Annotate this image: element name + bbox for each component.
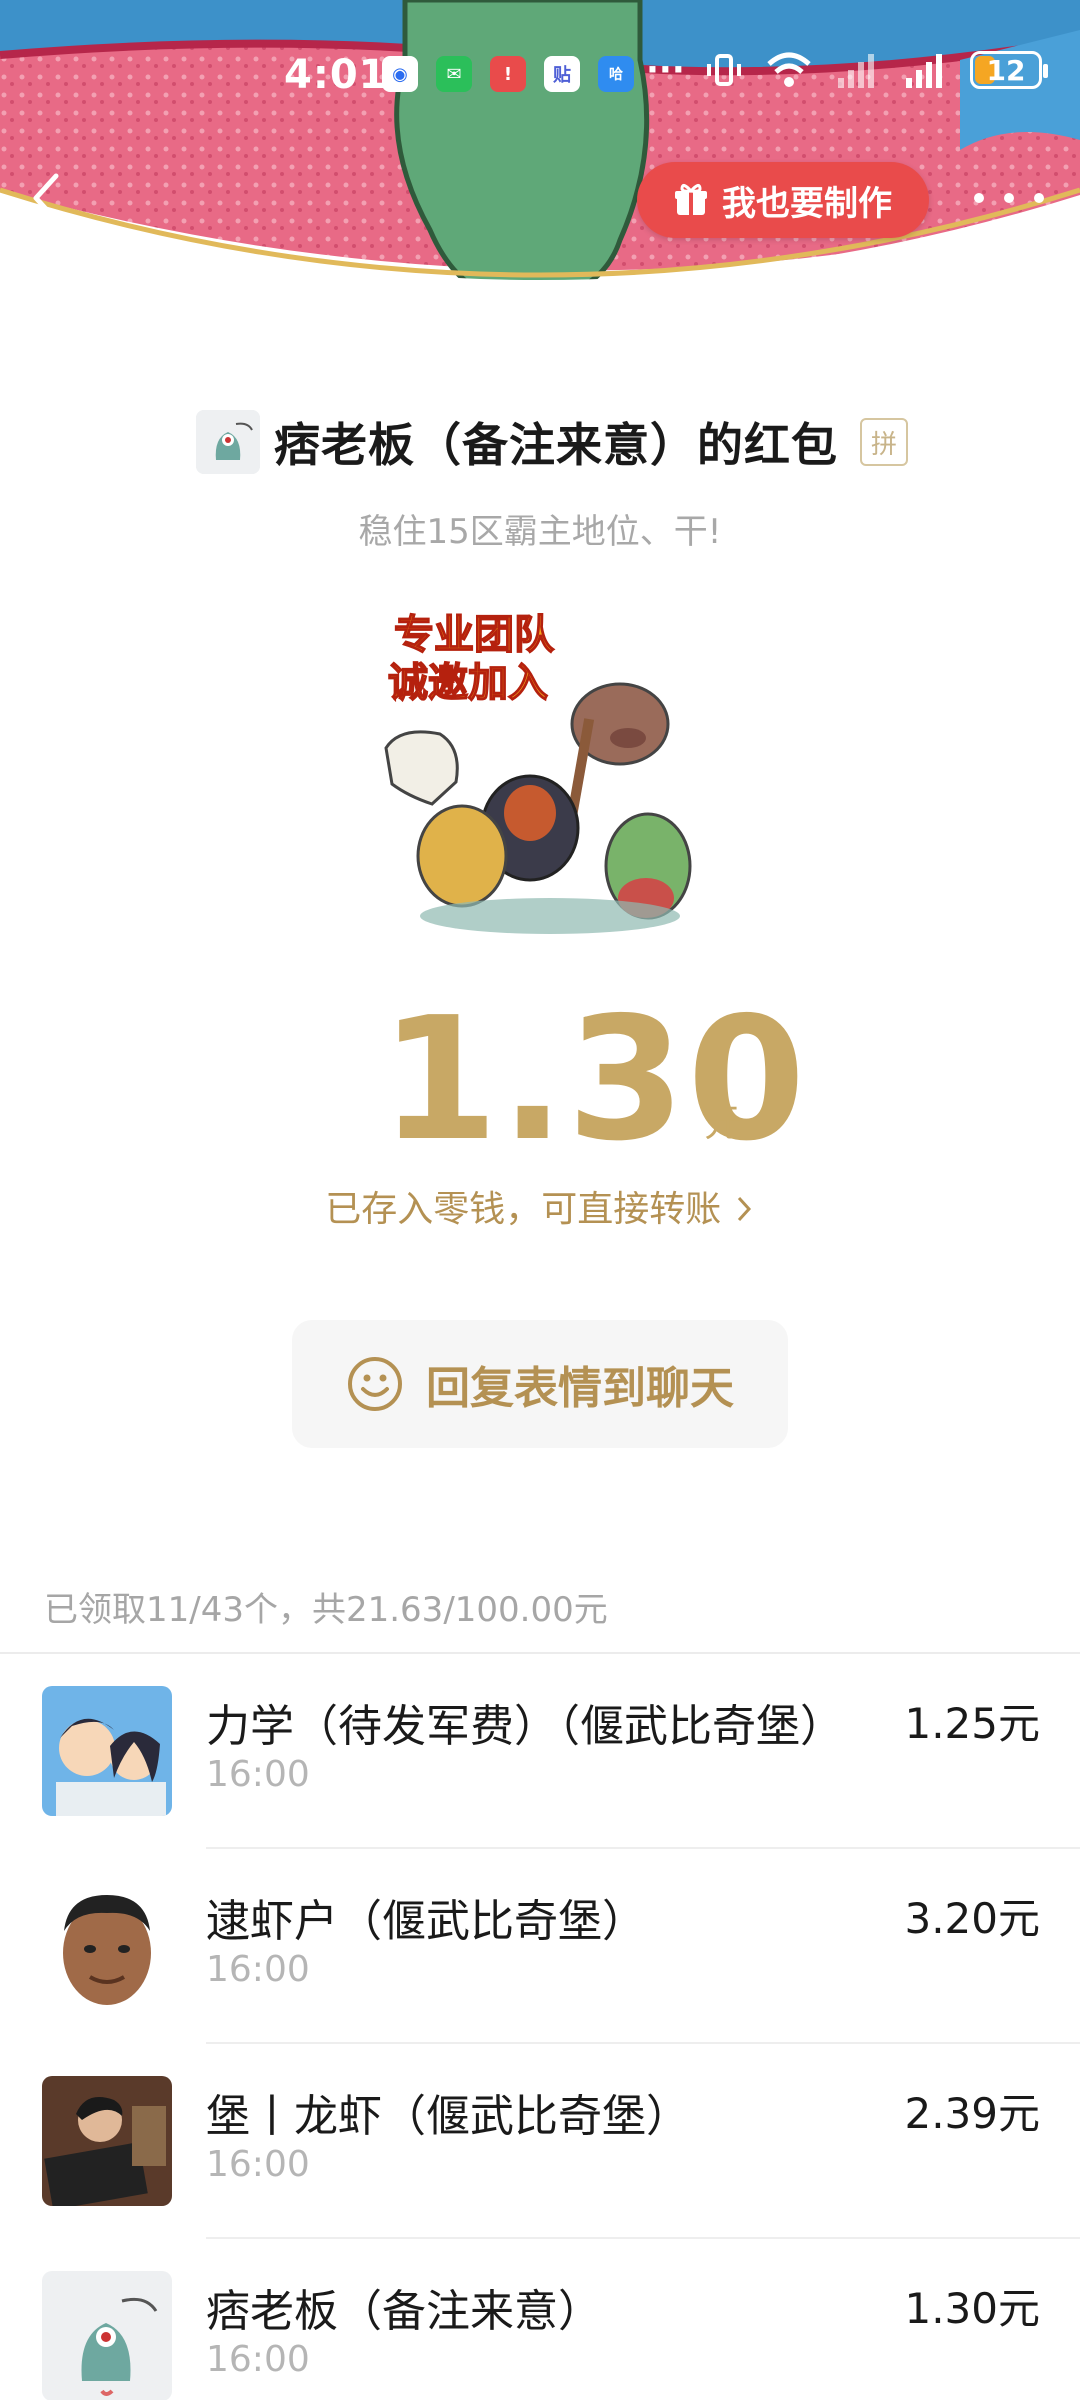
avatar-image bbox=[42, 1686, 172, 1816]
received-amount: 1.30 bbox=[380, 981, 808, 1179]
chevron-left-icon bbox=[33, 173, 59, 223]
claim-record-list: 力学（待发军费）（偃武比奇堡） 16:00 1.25元 逮虾户（偃武比奇堡） 1… bbox=[0, 1654, 1080, 2400]
claim-summary: 已领取11/43个，共21.63/100.00元 bbox=[44, 1590, 608, 1630]
chevron-right-icon bbox=[737, 1196, 751, 1222]
claim-time: 16:00 bbox=[206, 1754, 310, 1795]
gift-icon bbox=[675, 184, 707, 215]
notification-icons: ◉ ✉ ! 贴 哈 bbox=[382, 56, 634, 92]
sticker-caption-1: 专业团队 bbox=[394, 612, 555, 658]
avatar[interactable] bbox=[42, 2076, 172, 2206]
wechat-icon: ✉ bbox=[436, 56, 472, 92]
status-bar: 4:01 ◉ ✉ ! 贴 哈 ··· 12 bbox=[0, 42, 1080, 112]
plankton-avatar-image bbox=[196, 410, 260, 474]
list-item[interactable]: 堡丨龙虾（偃武比奇堡） 16:00 2.39元 bbox=[0, 2044, 1080, 2239]
back-button[interactable] bbox=[26, 168, 76, 228]
more-options-button[interactable] bbox=[974, 178, 1044, 218]
hellobike-icon: 哈 bbox=[598, 56, 634, 92]
more-notifications-icon: ··· bbox=[646, 50, 685, 90]
sticker-caption-2: 诚邀加入 bbox=[388, 660, 548, 706]
claim-time: 16:00 bbox=[206, 1949, 310, 1990]
claim-time: 16:00 bbox=[206, 2339, 310, 2380]
saved-note-text: 已存入零钱，可直接转账 bbox=[325, 1189, 722, 1230]
sender-avatar[interactable] bbox=[196, 410, 260, 474]
recipient-name: 堡丨龙虾（偃武比奇堡） bbox=[206, 2091, 690, 2142]
claim-amount: 3.20元 bbox=[904, 1894, 1040, 1943]
claim-amount: 1.30元 bbox=[904, 2284, 1040, 2333]
smiley-icon bbox=[348, 1357, 402, 1411]
battery-level: 12 bbox=[986, 53, 1026, 87]
wifi-icon bbox=[767, 52, 811, 87]
pin-badge: 拼 bbox=[860, 418, 908, 466]
battery-indicator: 12 bbox=[970, 51, 1048, 89]
amount-section: 1.30 元 bbox=[0, 981, 1080, 1179]
battery-saver-icon: ! bbox=[490, 56, 526, 92]
app-notification-icon: ◉ bbox=[382, 56, 418, 92]
sender-row: 痞老板（备注来意）的红包 拼 bbox=[196, 408, 908, 476]
amount-unit: 元 bbox=[704, 1101, 743, 1145]
recipient-name: 力学（待发军费）（偃武比奇堡） bbox=[206, 1701, 844, 1752]
avatar[interactable] bbox=[42, 1686, 172, 1816]
make-red-packet-button[interactable]: 我也要制作 bbox=[637, 162, 929, 238]
tieba-icon: 贴 bbox=[544, 56, 580, 92]
status-time: 4:01 bbox=[284, 52, 388, 98]
avatar-image bbox=[42, 1881, 172, 2011]
signal-sim1-icon bbox=[838, 54, 874, 88]
red-packet-detail-screen: 4:01 ◉ ✉ ! 贴 哈 ··· 12 我也要制作 痞老板（备注来意）的红包… bbox=[0, 0, 1080, 2400]
list-item[interactable]: 痞老板（备注来意） 16:00 1.30元 bbox=[0, 2239, 1080, 2400]
avatar[interactable] bbox=[42, 1881, 172, 2011]
claim-amount: 2.39元 bbox=[904, 2089, 1040, 2138]
avatar[interactable] bbox=[42, 2271, 172, 2400]
vibrate-icon bbox=[707, 54, 741, 86]
cover-sticker: 专业团队 诚邀加入 bbox=[380, 598, 700, 948]
more-dot-icon bbox=[1004, 193, 1014, 203]
reply-button-label: 回复表情到聊天 bbox=[426, 1363, 734, 1414]
more-dot-icon bbox=[974, 193, 984, 203]
sender-title: 痞老板（备注来意）的红包 bbox=[274, 418, 838, 472]
avatar-image bbox=[42, 2076, 172, 2206]
blessing-message: 稳住15区霸主地位、干! bbox=[358, 512, 722, 552]
sticker-illustration: 专业团队 诚邀加入 bbox=[384, 611, 692, 934]
claim-amount: 1.25元 bbox=[904, 1699, 1040, 1748]
avatar-image bbox=[42, 2271, 172, 2400]
recipient-name: 痞老板（备注来意） bbox=[206, 2286, 602, 2337]
claim-time: 16:00 bbox=[206, 2144, 310, 2185]
make-button-label: 我也要制作 bbox=[722, 183, 892, 224]
system-indicators: 12 bbox=[704, 50, 1048, 90]
more-dot-icon bbox=[1034, 193, 1044, 203]
signal-4g-icon bbox=[906, 54, 942, 88]
saved-to-change-link[interactable]: 已存入零钱，可直接转账 bbox=[0, 1180, 1080, 1232]
list-item[interactable]: 力学（待发军费）（偃武比奇堡） 16:00 1.25元 bbox=[0, 1654, 1080, 1849]
recipient-name: 逮虾户（偃武比奇堡） bbox=[206, 1896, 646, 1947]
reply-sticker-button[interactable]: 回复表情到聊天 bbox=[292, 1320, 788, 1448]
list-item[interactable]: 逮虾户（偃武比奇堡） 16:00 3.20元 bbox=[0, 1849, 1080, 2044]
